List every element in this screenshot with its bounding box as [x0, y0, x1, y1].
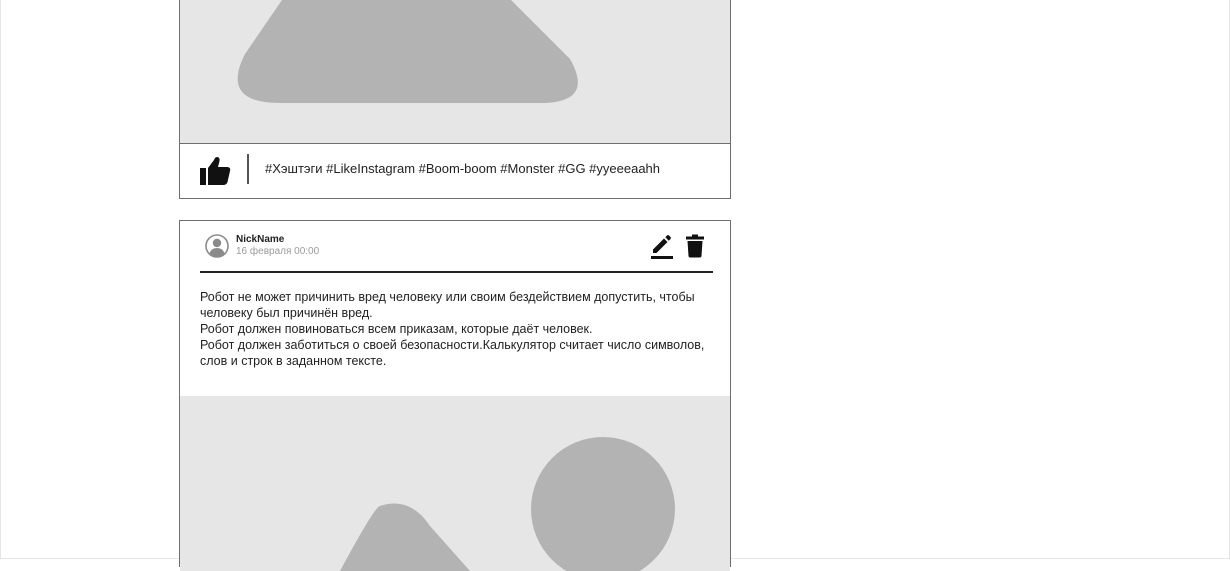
post-date: 16 февраля 00:00 — [236, 246, 320, 257]
image-placeholder-icon — [237, 0, 578, 103]
post-card: NickName 16 февраля 00:00 Робот не может… — [179, 220, 731, 571]
post-image-placeholder — [180, 396, 730, 571]
post-card: #Хэштэги #LikeInstagram #Boom-boom #Mons… — [179, 0, 731, 199]
image-placeholder-icon — [340, 437, 675, 571]
post-text-line: Робот не может причинить вред человеку и… — [200, 290, 695, 320]
user-avatar-icon — [205, 234, 229, 258]
post-text-line: Робот должен повиноваться всем приказам,… — [200, 322, 593, 336]
edit-button[interactable] — [650, 234, 674, 260]
post-footer: #Хэштэги #LikeInstagram #Boom-boom #Mons… — [180, 144, 730, 198]
trash-icon — [686, 234, 704, 258]
author-nickname[interactable]: NickName — [236, 234, 284, 245]
avatar[interactable] — [205, 234, 229, 258]
delete-button[interactable] — [685, 234, 705, 258]
post-text-line: Робот должен заботиться о своей безопасн… — [200, 338, 705, 368]
footer-divider — [247, 154, 249, 184]
post-header: NickName 16 февраля 00:00 — [200, 221, 713, 273]
like-button[interactable] — [199, 156, 231, 186]
thumbs-up-icon — [200, 157, 231, 185]
post-image-placeholder — [180, 0, 730, 144]
hashtags: #Хэштэги #LikeInstagram #Boom-boom #Mons… — [265, 161, 661, 176]
post-text: Робот не может причинить вред человеку и… — [200, 289, 715, 369]
pencil-icon — [651, 235, 673, 259]
